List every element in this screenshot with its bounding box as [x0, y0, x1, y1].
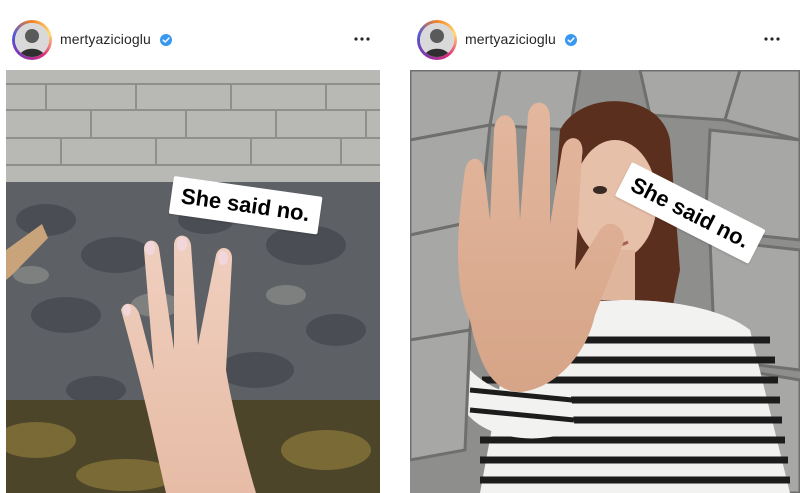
username-text[interactable]: mertyazicioglu: [60, 31, 151, 47]
more-options-icon[interactable]: [762, 32, 782, 46]
username-text[interactable]: mertyazicioglu: [465, 31, 556, 47]
post-photo[interactable]: She said no.: [410, 70, 800, 493]
username[interactable]: mertyazicioglu: [465, 31, 577, 49]
photo-woman-stop-hand: [410, 70, 800, 493]
avatar-image: [15, 23, 49, 57]
avatar[interactable]: [12, 20, 52, 60]
post-header: mertyazicioglu: [12, 18, 378, 62]
post-left: mertyazicioglu She said no.: [0, 0, 390, 493]
post-header: mertyazicioglu: [417, 18, 788, 62]
username[interactable]: mertyazicioglu: [60, 31, 172, 49]
post-photo[interactable]: She said no.: [6, 70, 380, 493]
photo-hand-on-wall: [6, 70, 380, 493]
verified-badge-icon: [564, 33, 577, 49]
avatar[interactable]: [417, 20, 457, 60]
verified-badge-icon: [159, 33, 172, 49]
post-right: mertyazicioglu She said no.: [405, 0, 800, 493]
avatar-image: [420, 23, 454, 57]
more-options-icon[interactable]: [352, 32, 372, 46]
